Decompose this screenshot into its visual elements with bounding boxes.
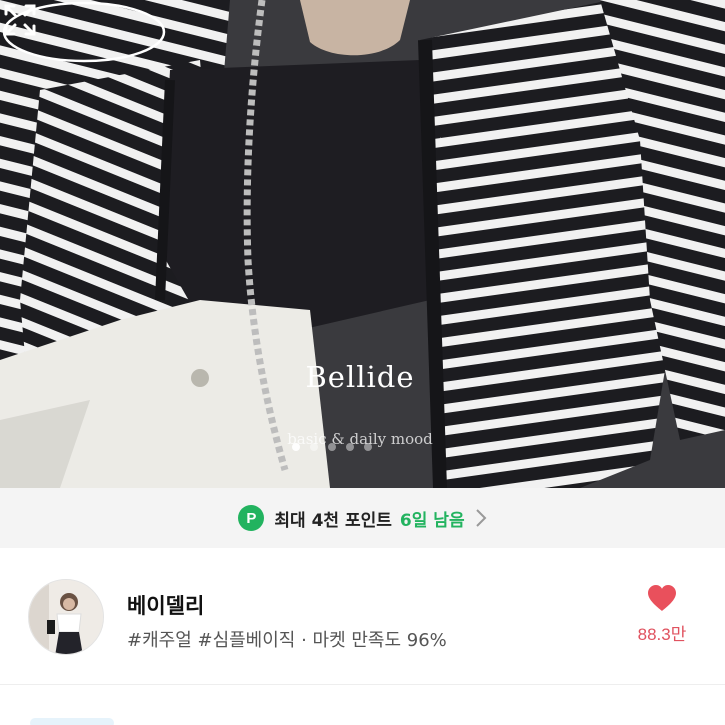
like-count: 88.3만 xyxy=(637,625,687,644)
slide-dot[interactable] xyxy=(346,443,354,451)
slide-dot[interactable] xyxy=(310,443,318,451)
heart-icon xyxy=(648,585,676,611)
points-text: 최대 4천 포인트 xyxy=(274,510,392,531)
like-button[interactable]: 88.3만 xyxy=(622,584,702,645)
points-icon: P xyxy=(238,505,265,531)
next-section-chip xyxy=(30,718,114,725)
slide-indicator xyxy=(292,443,372,451)
shop-avatar[interactable] xyxy=(28,579,104,655)
shop-name[interactable]: 베이델리 xyxy=(127,590,204,620)
expand-icon[interactable] xyxy=(0,0,40,40)
points-days-left: 6일 남음 xyxy=(399,510,465,531)
product-image[interactable]: Bellide basic & daily mood xyxy=(0,0,725,488)
chevron-right-icon xyxy=(475,509,487,527)
points-banner[interactable]: P 최대 4천 포인트 6일 남음 xyxy=(0,488,725,548)
product-photo xyxy=(0,0,725,488)
slide-dot[interactable] xyxy=(328,443,336,451)
brand-name: Bellide xyxy=(305,360,415,394)
slide-dot[interactable] xyxy=(292,443,300,451)
section-divider xyxy=(0,684,725,685)
shop-info: 베이델리 #캐주얼 #심플베이직 · 마켓 만족도 96% 88.3만 xyxy=(0,548,725,678)
shop-tags: #캐주얼 #심플베이직 · 마켓 만족도 96% xyxy=(127,630,447,651)
slide-dot[interactable] xyxy=(364,443,372,451)
